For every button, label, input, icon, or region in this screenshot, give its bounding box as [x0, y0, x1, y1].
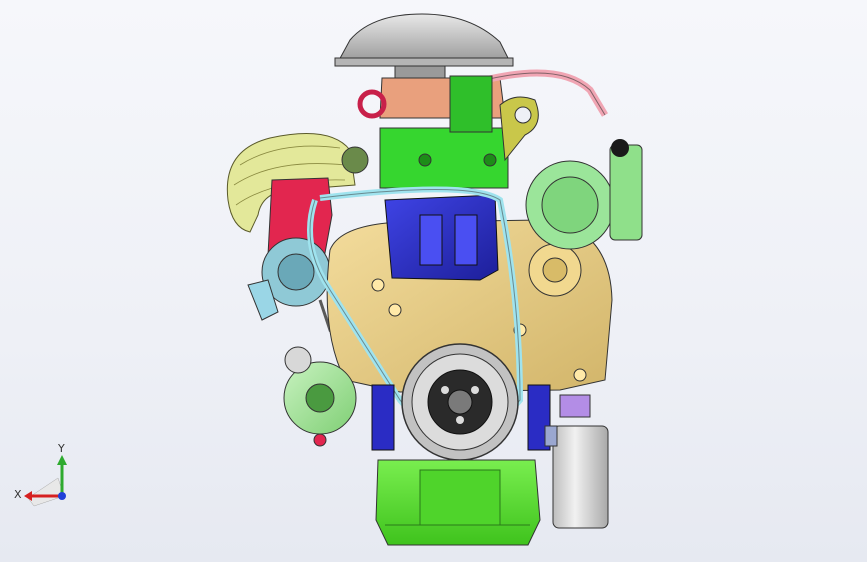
left-mount-bracket[interactable] [371, 384, 395, 451]
cad-viewport[interactable]: Y X [0, 0, 867, 562]
air-cleaner[interactable] [334, 13, 514, 81]
fuel-injection-pump[interactable] [384, 194, 499, 281]
oil-pan[interactable] [375, 459, 541, 546]
axis-triad [24, 455, 67, 507]
y-axis-label: Y [57, 442, 65, 455]
lifting-eye[interactable] [499, 96, 539, 162]
engine-model[interactable]: Y X [0, 0, 867, 562]
water-pump[interactable] [525, 139, 643, 250]
x-axis-label: X [14, 488, 22, 501]
oil-filter[interactable] [544, 425, 609, 529]
oil-cooler[interactable] [559, 394, 591, 418]
crankshaft-pulley[interactable] [401, 343, 519, 461]
